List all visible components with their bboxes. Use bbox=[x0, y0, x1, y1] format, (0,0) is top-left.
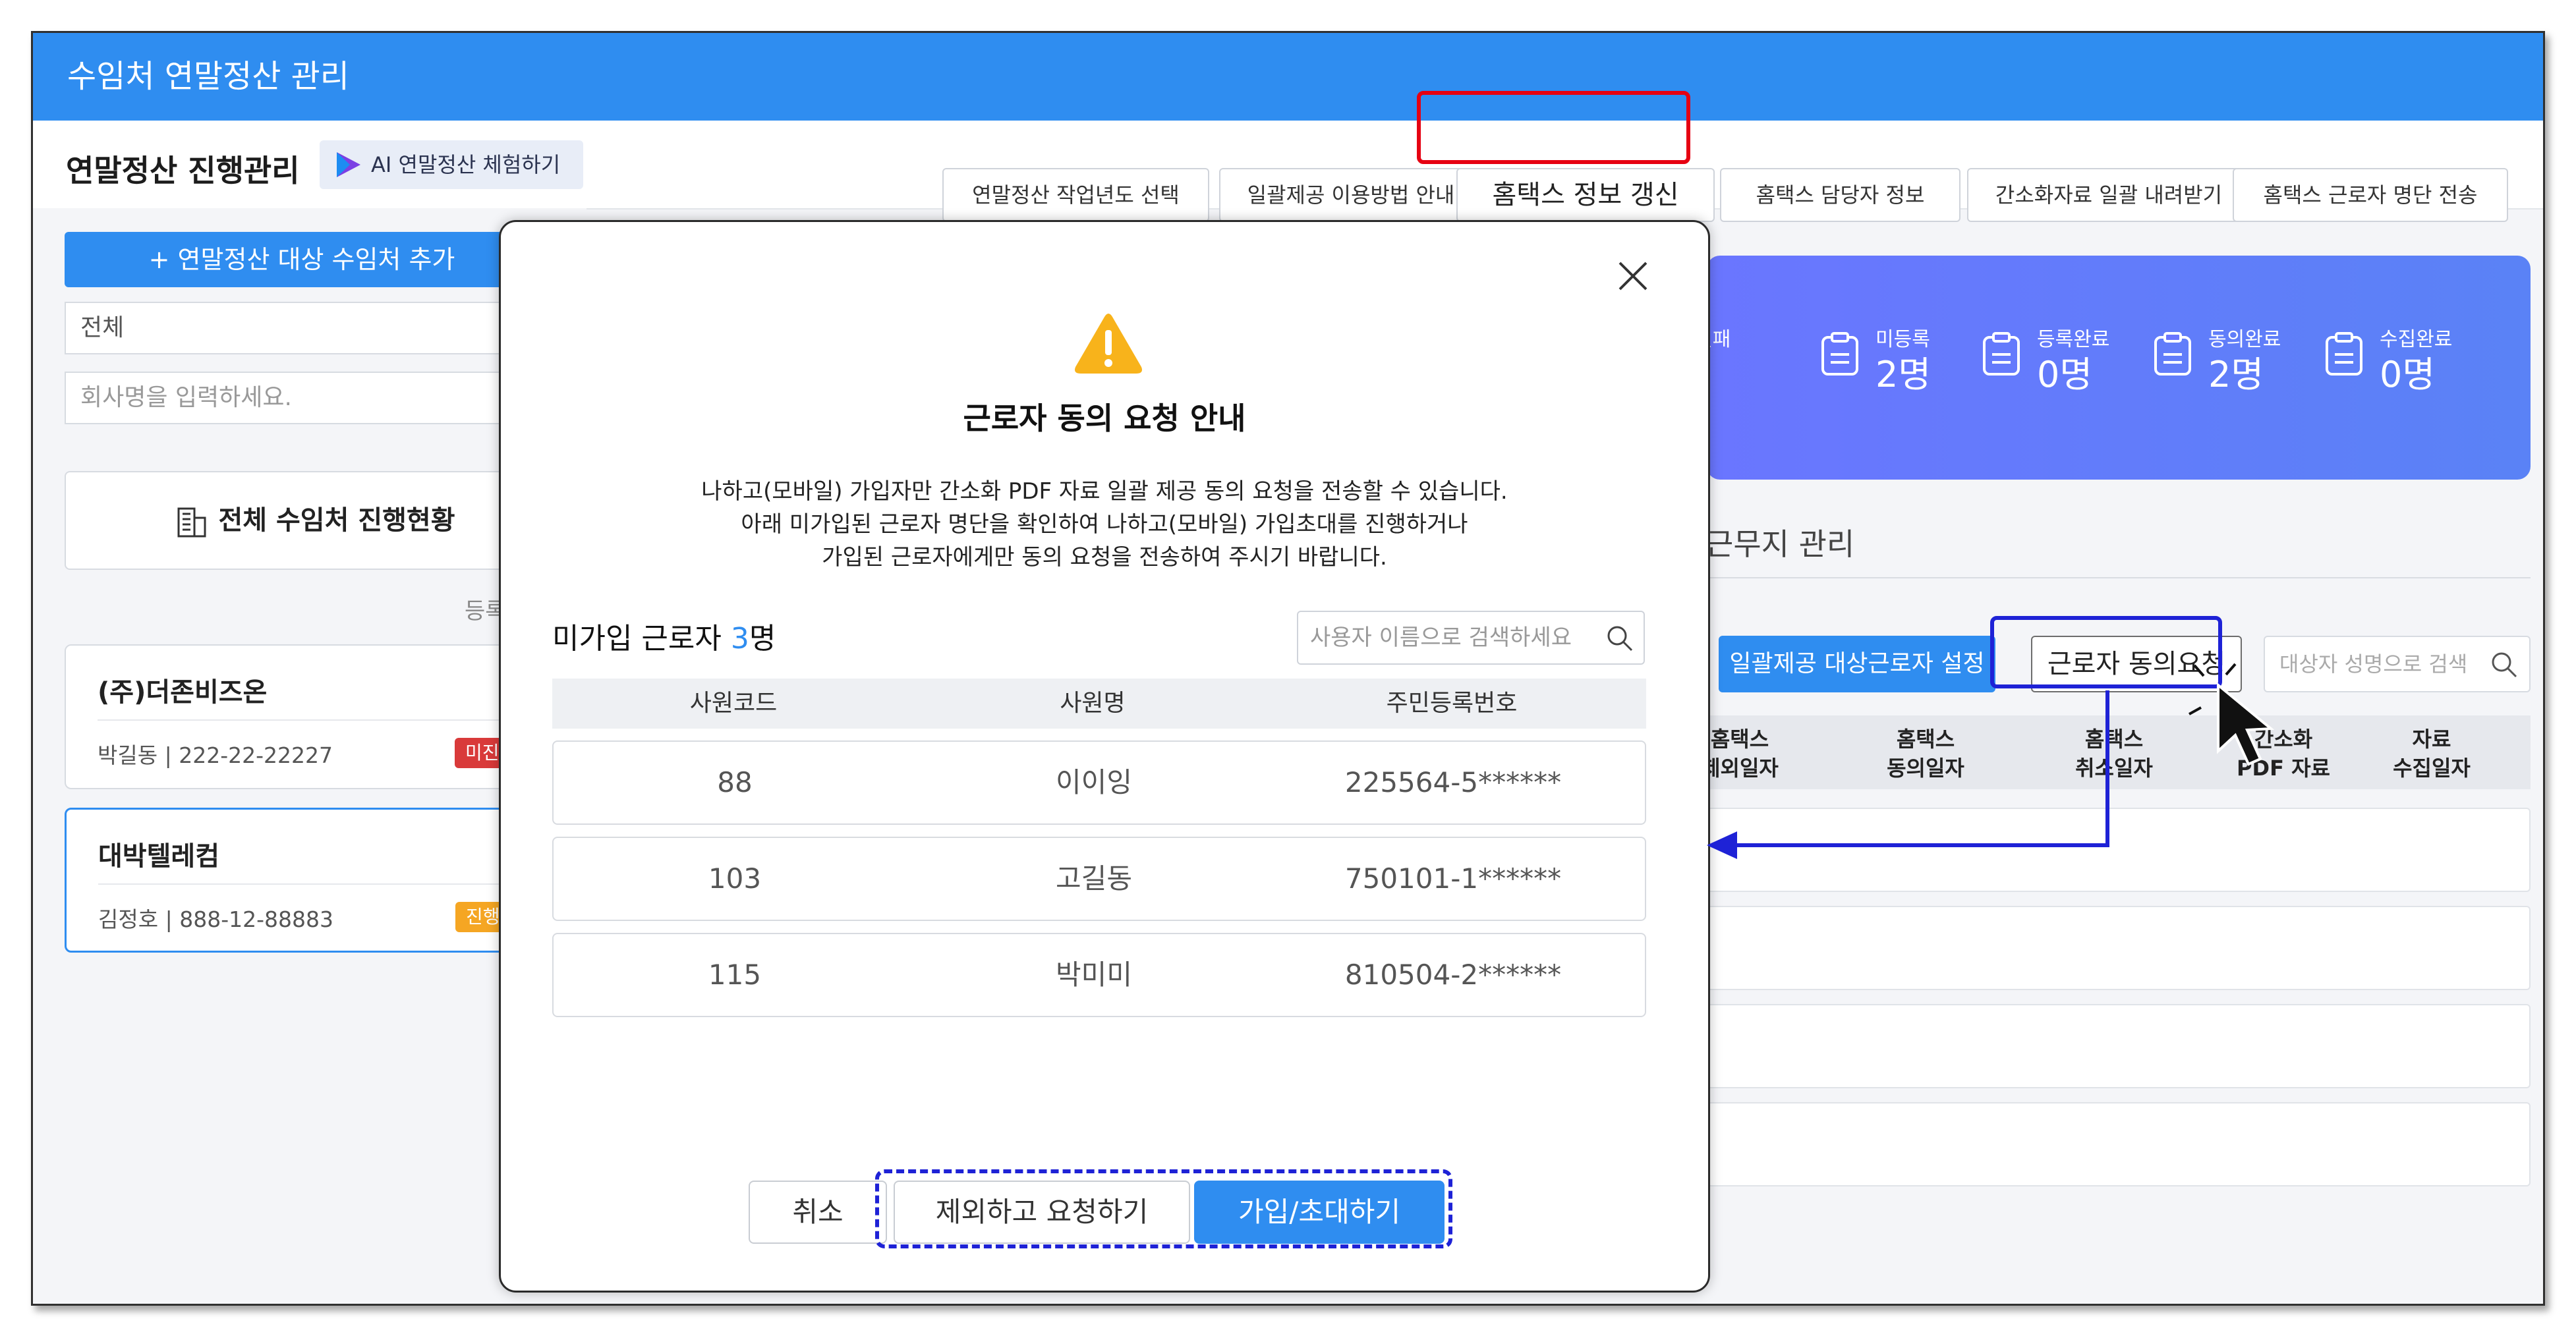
select-work-year-button[interactable]: 연말정산 작업년도 선택 bbox=[942, 168, 1209, 222]
card-divider bbox=[98, 883, 563, 885]
company-name: (주)더존비즈온 bbox=[98, 677, 268, 708]
table-row[interactable] bbox=[1707, 1004, 2531, 1088]
cancel-button[interactable]: 취소 bbox=[749, 1181, 887, 1244]
company-info: 김정호 | 888-12-88883 bbox=[98, 906, 333, 932]
download-simplified-button[interactable]: 간소화자료 일괄 내려받기 bbox=[1967, 168, 2250, 222]
client-filter-select[interactable]: 전체 bbox=[65, 302, 539, 354]
worker-stats-card: 등록실패 0명 미등록 2명 등록완료 0명 동의완료 2명 수집완료 0명 bbox=[1658, 256, 2531, 480]
bulk-target-button[interactable]: 일괄제공 대상근로자 설정 bbox=[1719, 636, 1995, 692]
warning-icon bbox=[1075, 314, 1142, 374]
section-divider bbox=[1705, 577, 2531, 578]
search-icon[interactable] bbox=[1604, 623, 1636, 654]
search-icon[interactable] bbox=[2490, 650, 2519, 679]
page-title: 연말정산 진행관리 bbox=[66, 153, 300, 188]
table-row[interactable]: 115 박미미 810504-2****** bbox=[552, 933, 1646, 1017]
unregistered-count-label: 미가입 근로자 3명 bbox=[552, 622, 776, 655]
col-header: 자료 수집일자 bbox=[2393, 727, 2471, 781]
hometax-refresh-button[interactable]: 홈택스 정보 갱신 bbox=[1456, 168, 1715, 222]
company-card-selected[interactable]: 대박텔레컴 김정호 | 888-12-88883 진행중 bbox=[65, 808, 565, 953]
table-row[interactable]: 88 이이잉 225564-5****** bbox=[552, 740, 1646, 825]
window-title: 수임처 연말정산 관리 bbox=[33, 33, 2543, 121]
consent-guide-modal: 근로자 동의 요청 안내 나하고(모바일) 가입자만 간소화 PDF 자료 일괄… bbox=[499, 220, 1710, 1293]
modal-table-header: 사원코드 사원명 주민등록번호 bbox=[552, 679, 1646, 729]
table-row[interactable] bbox=[1707, 906, 2531, 990]
user-search-input[interactable]: 사용자 이름으로 검색하세요 bbox=[1297, 611, 1645, 665]
table-row[interactable] bbox=[1707, 1102, 2531, 1186]
highlight-action-buttons-box bbox=[875, 1169, 1452, 1248]
company-name: 대박텔레컴 bbox=[98, 841, 219, 872]
name-search-input[interactable]: 대상자 성명으로 검색 bbox=[2264, 636, 2531, 692]
highlight-refresh-box bbox=[1417, 91, 1690, 164]
col-emp-code: 사원코드 bbox=[689, 690, 778, 717]
col-emp-name: 사원명 bbox=[1060, 690, 1126, 717]
card-divider bbox=[98, 719, 564, 721]
clipboard-icon bbox=[2326, 332, 2362, 376]
clipboard-icon bbox=[1821, 332, 1858, 376]
company-search-input[interactable]: 회사명을 입력하세요. bbox=[65, 372, 539, 424]
col-rrn: 주민등록번호 bbox=[1386, 690, 1518, 717]
hometax-manager-button[interactable]: 홈택스 담당자 정보 bbox=[1720, 168, 1961, 222]
table-row[interactable]: 103 고길동 750101-1****** bbox=[552, 837, 1646, 921]
company-card[interactable]: (주)더존비즈온 박길동 | 222-22-22227 미진행 bbox=[65, 644, 565, 789]
worker-table-header: 홈택스 제외일자 홈택스 동의일자 홈택스 취소일자 간소화 PDF 자료 자료 수집일자 bbox=[1701, 715, 2531, 789]
modal-title: 근로자 동의 요청 안내 bbox=[963, 401, 1246, 436]
building-icon bbox=[177, 507, 206, 538]
send-worker-list-button[interactable]: 홈택스 근로자 명단 전송 bbox=[2233, 168, 2508, 222]
overall-status-label: 전체 수임처 진행현황 bbox=[218, 505, 455, 536]
col-header: 홈택스 동의일자 bbox=[1887, 727, 1964, 781]
bulk-guide-button[interactable]: 일괄제공 이용방법 안내 bbox=[1219, 168, 1483, 222]
clipboard-icon bbox=[2154, 332, 2191, 376]
col-header: 홈택스 취소일자 bbox=[2075, 727, 2153, 781]
col-header: 간소화 PDF 자료 bbox=[2237, 727, 2330, 781]
highlight-consent-box bbox=[1990, 616, 2222, 688]
modal-description: 나하고(모바일) 가입자만 간소화 PDF 자료 일괄 제공 동의 요청을 전송… bbox=[701, 478, 1508, 571]
ai-trial-button[interactable]: AI 연말정산 체험하기 bbox=[320, 140, 583, 189]
overall-status-button[interactable]: 전체 수임처 진행현황 bbox=[65, 471, 565, 570]
header-bar: 연말정산 진행관리 AI 연말정산 체험하기 연말정산 작업년도 선택 일괄제공… bbox=[33, 121, 2543, 222]
section-title: 근무지 관리 bbox=[1705, 526, 1855, 562]
close-icon[interactable] bbox=[1613, 256, 1653, 296]
ai-badge-label: AI 연말정산 체험하기 bbox=[371, 152, 561, 177]
play-icon bbox=[337, 152, 360, 177]
clipboard-icon bbox=[1983, 332, 2020, 376]
table-row[interactable] bbox=[1707, 808, 2531, 892]
add-client-button[interactable]: + 연말정산 대상 수임처 추가 bbox=[65, 232, 539, 287]
company-info: 박길동 | 222-22-22227 bbox=[98, 742, 333, 768]
